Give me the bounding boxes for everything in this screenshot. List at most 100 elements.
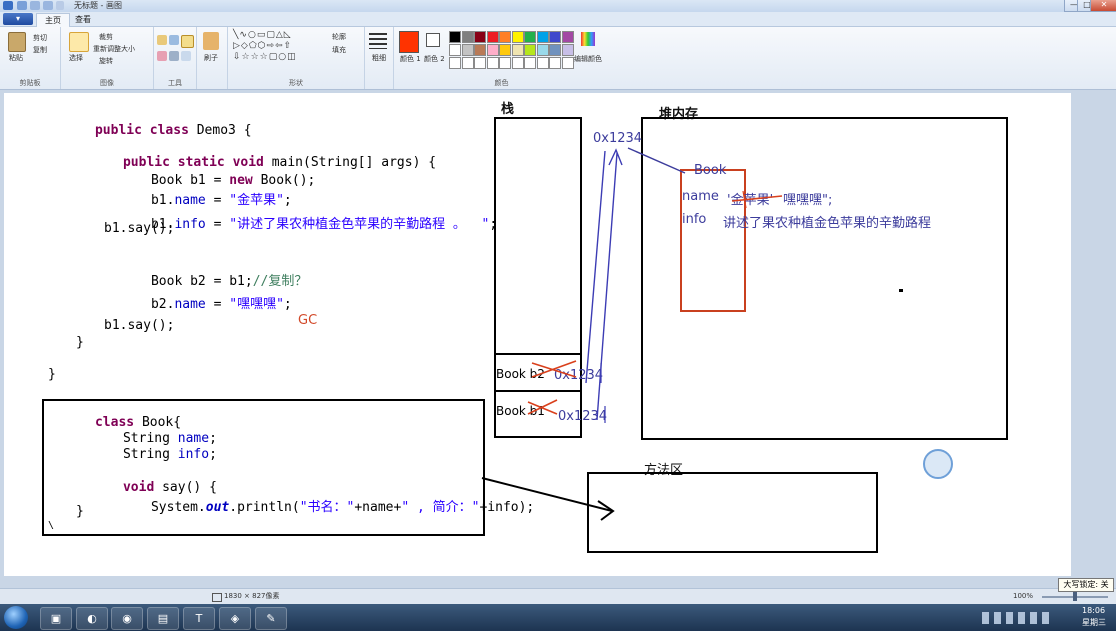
- palette-swatch-empty[interactable]: [549, 57, 561, 69]
- recorder-overlay-icon[interactable]: [923, 449, 953, 479]
- palette-swatch[interactable]: [449, 31, 461, 43]
- fill-button[interactable]: 填充: [332, 45, 346, 55]
- close-button[interactable]: ✕: [1090, 0, 1116, 12]
- palette-swatch-empty[interactable]: [561, 57, 574, 69]
- color2-label: 颜色 2: [424, 55, 445, 63]
- palette-swatch[interactable]: [549, 31, 561, 43]
- typora-app-icon[interactable]: T: [183, 607, 215, 630]
- gc-note: GC: [298, 313, 318, 328]
- notes-app-icon[interactable]: ▤: [147, 607, 179, 630]
- palette-swatch[interactable]: [499, 31, 511, 43]
- zoom-slider-thumb[interactable]: [1073, 592, 1077, 601]
- text-tool-icon[interactable]: [181, 35, 194, 48]
- color1-swatch[interactable]: [399, 31, 419, 53]
- size-button[interactable]: 粗细: [372, 53, 386, 63]
- code-semicolon: ;: [209, 447, 217, 462]
- palette-swatch-empty[interactable]: [474, 57, 486, 69]
- color-picker-icon[interactable]: [169, 51, 179, 61]
- code-string-jianjie: " , 简介：": [401, 500, 480, 515]
- rotate-button[interactable]: 旋转: [99, 56, 113, 66]
- palette-swatch[interactable]: [461, 31, 474, 43]
- palette-swatch[interactable]: [549, 44, 561, 56]
- code-assign: =: [205, 297, 230, 312]
- chrome-app-icon[interactable]: ◉: [111, 607, 143, 630]
- redo-icon[interactable]: [43, 1, 53, 10]
- code-kw-public: public: [94, 123, 142, 138]
- edit-colors-button[interactable]: 编辑颜色: [574, 54, 602, 64]
- save-icon[interactable]: [17, 1, 27, 10]
- paint-menu-button[interactable]: ▾: [3, 13, 33, 25]
- paint-app-icon[interactable]: ▣: [40, 607, 72, 630]
- shapes-group-label: 形状: [289, 79, 303, 87]
- media-app-icon[interactable]: ◈: [219, 607, 251, 630]
- size-icon[interactable]: [369, 33, 387, 49]
- fill-icon[interactable]: [169, 35, 179, 45]
- clock-time[interactable]: 18:06: [1082, 606, 1105, 615]
- paste-button[interactable]: 粘贴: [9, 53, 23, 63]
- eclipse-app-icon[interactable]: ◐: [76, 607, 108, 630]
- eraser-icon[interactable]: [157, 51, 167, 61]
- crop-button[interactable]: 裁剪: [99, 32, 113, 42]
- undo-icon[interactable]: [30, 1, 40, 10]
- code-assign: =: [205, 217, 230, 232]
- palette-swatch[interactable]: [474, 31, 486, 43]
- palette-swatch[interactable]: [536, 31, 549, 43]
- pencil-icon[interactable]: [157, 35, 167, 45]
- palette-swatch-empty[interactable]: [536, 57, 549, 69]
- color2-swatch[interactable]: [426, 33, 440, 47]
- stack-frame-b2: Book b2: [496, 367, 545, 381]
- heap-name-label: name: [682, 189, 719, 204]
- paint-alt-app-icon[interactable]: ✎: [255, 607, 287, 630]
- palette-swatch-empty[interactable]: [499, 57, 511, 69]
- code-close-main: }: [76, 335, 84, 350]
- palette-swatch[interactable]: [536, 44, 549, 56]
- code-b2-ref: b2.: [150, 297, 175, 312]
- magnifier-icon[interactable]: [181, 51, 191, 61]
- palette-swatch[interactable]: [461, 44, 474, 56]
- edit-colors-icon[interactable]: [581, 32, 595, 46]
- tab-view[interactable]: 查看: [67, 13, 99, 26]
- heap-address: 0x1234: [593, 131, 643, 146]
- shapes-gallery[interactable]: ╲∿○▭▢△◺ ▷◇⬠⬡⇨⇦⇧ ⇩☆☆☆▢○◫: [233, 30, 297, 63]
- quick-access-dropdown-icon[interactable]: [56, 1, 64, 10]
- palette-swatch[interactable]: [486, 31, 499, 43]
- palette-swatch-empty[interactable]: [461, 57, 474, 69]
- tab-home[interactable]: 主页: [36, 13, 70, 27]
- select-icon[interactable]: [69, 32, 89, 52]
- stack-frame-b1: Book b1: [496, 404, 545, 418]
- palette-swatch[interactable]: [524, 31, 536, 43]
- palette-swatch[interactable]: [511, 44, 524, 56]
- brushes-button[interactable]: 刷子: [204, 53, 218, 63]
- select-button[interactable]: 选择: [69, 53, 83, 63]
- colors-group-label: 颜色: [494, 79, 509, 87]
- outline-button[interactable]: 轮廓: [332, 32, 346, 42]
- palette-swatch[interactable]: [449, 44, 461, 56]
- resize-button[interactable]: 重新调整大小: [93, 44, 135, 54]
- palette-swatch[interactable]: [561, 44, 574, 56]
- palette-swatch[interactable]: [474, 44, 486, 56]
- palette-swatch[interactable]: [524, 44, 536, 56]
- cut-button[interactable]: 剪切: [33, 33, 47, 43]
- palette-swatch-empty[interactable]: [524, 57, 536, 69]
- tray-icons[interactable]: [982, 612, 1052, 624]
- clock-day[interactable]: 星期三: [1082, 617, 1106, 628]
- drawing-canvas[interactable]: public class Demo3 { public static void …: [4, 93, 1071, 576]
- palette-swatch[interactable]: [561, 31, 574, 43]
- code-field-info-ident: info: [177, 447, 210, 462]
- start-orb-icon[interactable]: [4, 606, 28, 629]
- palette-swatch-empty[interactable]: [511, 57, 524, 69]
- palette-swatch-empty[interactable]: [486, 57, 499, 69]
- stack-frame-b2-addr: 0x1234: [554, 368, 604, 383]
- palette-swatch[interactable]: [511, 31, 524, 43]
- palette-swatch[interactable]: [486, 44, 499, 56]
- copy-button[interactable]: 复制: [33, 45, 47, 55]
- paste-icon[interactable]: [8, 32, 26, 52]
- code-line-b1-say-2: b1.say();: [104, 318, 175, 333]
- stack-label: 栈: [501, 102, 515, 117]
- brush-icon[interactable]: [203, 32, 219, 50]
- palette-swatch[interactable]: [499, 44, 511, 56]
- code-out: out: [205, 500, 230, 515]
- brushes-group: 刷子: [197, 27, 228, 89]
- heap-info-label: info: [682, 212, 707, 227]
- palette-swatch-empty[interactable]: [449, 57, 461, 69]
